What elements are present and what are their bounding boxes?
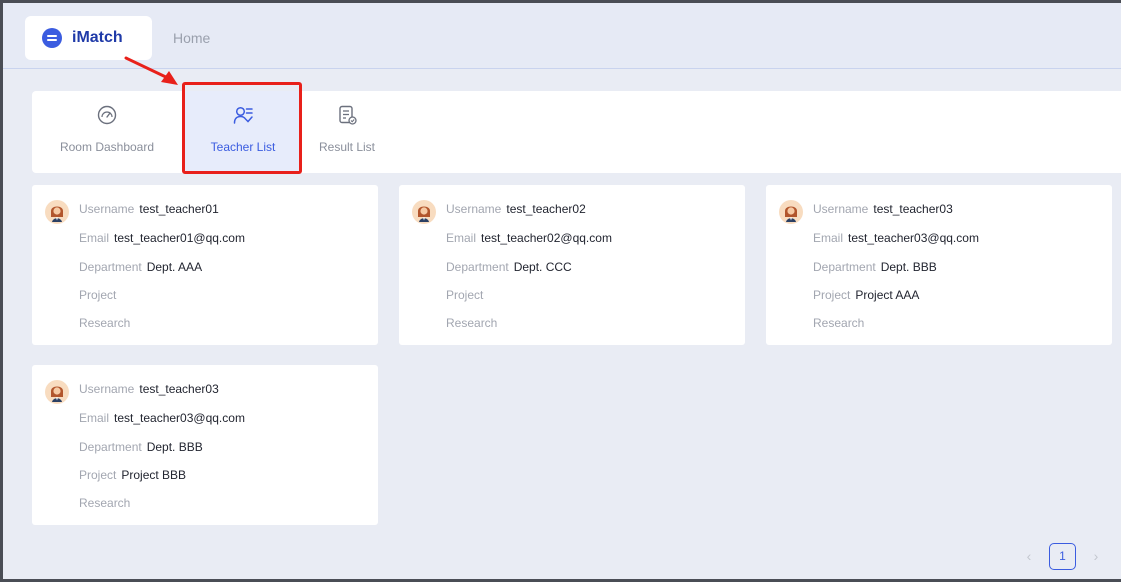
tab-room-dashboard-label: Room Dashboard xyxy=(59,140,155,154)
department-label: Department xyxy=(79,260,142,274)
imatch-logo-icon xyxy=(42,28,62,48)
department-label: Department xyxy=(79,440,142,454)
project-label: Project xyxy=(79,468,117,482)
username-value: test_teacher03 xyxy=(139,382,219,396)
breadcrumb-home[interactable]: Home xyxy=(173,30,210,46)
research-label: Research xyxy=(79,316,131,330)
department-value: Dept. CCC xyxy=(513,260,572,274)
email-label: Email xyxy=(79,411,110,425)
email-label: Email xyxy=(813,231,844,245)
username-value: test_teacher01 xyxy=(139,202,219,216)
chevron-right-icon[interactable]: › xyxy=(1090,548,1102,564)
project-label: Project xyxy=(79,288,117,302)
email-value: test_teacher01@qq.com xyxy=(114,231,245,245)
research-label: Research xyxy=(79,496,131,510)
email-label: Email xyxy=(446,231,477,245)
annotation-arrow-icon xyxy=(124,56,178,85)
project-label: Project xyxy=(813,288,851,302)
project-value: Project AAA xyxy=(855,288,920,302)
app-name: iMatch xyxy=(72,29,123,46)
teacher-card[interactable]: Username test_teacher02 Email test_teacher… xyxy=(399,185,745,345)
email-label: Email xyxy=(79,231,110,245)
department-value: Dept. BBB xyxy=(146,440,203,454)
email-value: test_teacher02@qq.com xyxy=(481,231,612,245)
chevron-left-icon[interactable]: ‹ xyxy=(1023,548,1035,564)
username-value: test_teacher03 xyxy=(873,202,953,216)
department-label: Department xyxy=(813,260,876,274)
project-value: Project BBB xyxy=(121,468,187,482)
department-value: Dept. BBB xyxy=(880,260,937,274)
page-number-button[interactable]: 1 xyxy=(1049,542,1076,570)
teacher-avatar-icon xyxy=(412,200,436,224)
result-document-icon xyxy=(339,105,357,125)
email-value: test_teacher03@qq.com xyxy=(114,411,245,425)
tab-result-list-label: Result List xyxy=(318,140,376,154)
username-label: Username xyxy=(446,202,502,216)
username-label: Username xyxy=(79,382,135,396)
speedometer-icon xyxy=(97,105,117,125)
username-label: Username xyxy=(79,202,135,216)
research-label: Research xyxy=(446,316,498,330)
tab-room-dashboard[interactable]: Room Dashboard xyxy=(32,91,182,173)
project-label: Project xyxy=(446,288,484,302)
username-label: Username xyxy=(813,202,869,216)
pagination: ‹ 1 › xyxy=(1023,541,1102,571)
username-value: test_teacher02 xyxy=(506,202,586,216)
department-label: Department xyxy=(446,260,509,274)
teacher-avatar-icon xyxy=(45,200,69,224)
research-label: Research xyxy=(813,316,865,330)
tab-result-list[interactable]: Result List xyxy=(317,91,377,173)
teacher-avatar-icon xyxy=(779,200,803,224)
annotation-highlight-box xyxy=(182,82,302,174)
teacher-card[interactable]: Username test_teacher01 Email test_teacher… xyxy=(32,185,378,345)
department-value: Dept. AAA xyxy=(146,260,203,274)
teacher-card[interactable]: Username test_teacher03 Email test_teacher… xyxy=(32,365,378,525)
teacher-avatar-icon xyxy=(45,380,69,404)
email-value: test_teacher03@qq.com xyxy=(848,231,979,245)
teacher-card[interactable]: Username test_teacher03 Email test_teacher… xyxy=(766,185,1112,345)
